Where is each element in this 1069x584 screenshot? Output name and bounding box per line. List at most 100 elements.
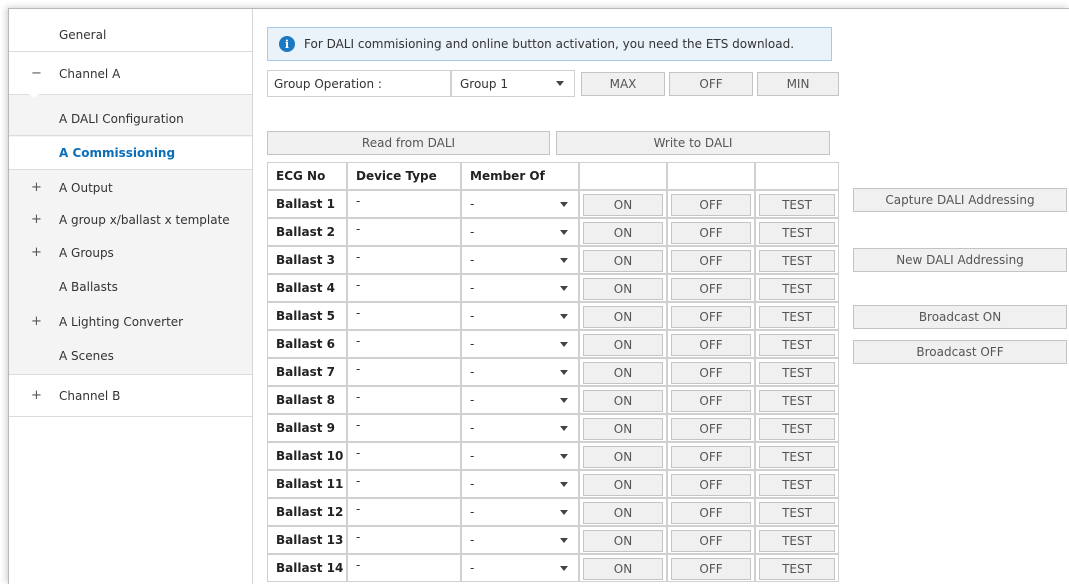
expand-icon[interactable]: + xyxy=(31,180,42,195)
row-off-button[interactable]: OFF xyxy=(671,390,751,412)
chevron-down-icon xyxy=(560,426,568,431)
member-of-value: - xyxy=(470,393,475,407)
row-off-button[interactable]: OFF xyxy=(671,194,751,216)
row-off-button[interactable]: OFF xyxy=(671,418,751,440)
row-on-button[interactable]: ON xyxy=(583,390,663,412)
member-of-select[interactable]: - xyxy=(461,470,579,498)
row-test-button[interactable]: TEST xyxy=(759,362,835,384)
member-of-value: - xyxy=(470,281,475,295)
row-test-button[interactable]: TEST xyxy=(759,306,835,328)
row-on-button[interactable]: ON xyxy=(583,558,663,580)
row-test-button[interactable]: TEST xyxy=(759,474,835,496)
sidebar-item-channel-b[interactable]: + Channel B xyxy=(9,375,252,417)
row-off-button[interactable]: OFF xyxy=(671,362,751,384)
row-off-button[interactable]: OFF xyxy=(671,474,751,496)
row-off-cell: OFF xyxy=(667,498,755,526)
off-button[interactable]: OFF xyxy=(669,72,753,96)
sidebar: General − Channel A A DALI Configuration… xyxy=(9,9,253,584)
sidebar-item-a-group-template[interactable]: + A group x/ballast x template xyxy=(9,203,252,236)
new-dali-addressing-button[interactable]: New DALI Addressing xyxy=(853,248,1067,272)
read-from-dali-button[interactable]: Read from DALI xyxy=(267,131,550,155)
write-to-dali-button[interactable]: Write to DALI xyxy=(556,131,830,155)
member-of-select[interactable]: - xyxy=(461,498,579,526)
min-button[interactable]: MIN xyxy=(757,72,839,96)
row-test-button[interactable]: TEST xyxy=(759,558,835,580)
member-of-select[interactable]: - xyxy=(461,358,579,386)
sidebar-item-a-ballasts[interactable]: A Ballasts xyxy=(9,270,252,303)
broadcast-off-button[interactable]: Broadcast OFF xyxy=(853,340,1067,364)
broadcast-on-button[interactable]: Broadcast ON xyxy=(853,305,1067,329)
row-test-button[interactable]: TEST xyxy=(759,418,835,440)
row-on-button[interactable]: ON xyxy=(583,418,663,440)
expand-icon[interactable]: + xyxy=(31,245,42,260)
main-window: General − Channel A A DALI Configuration… xyxy=(8,8,1069,584)
row-on-button[interactable]: ON xyxy=(583,334,663,356)
row-test-button[interactable]: TEST xyxy=(759,446,835,468)
row-off-button[interactable]: OFF xyxy=(671,306,751,328)
member-of-select[interactable]: - xyxy=(461,526,579,554)
member-of-select[interactable]: - xyxy=(461,190,579,218)
row-on-cell: ON xyxy=(579,302,667,330)
row-on-button[interactable]: ON xyxy=(583,306,663,328)
sidebar-item-channel-a[interactable]: − Channel A xyxy=(9,53,252,95)
row-off-button[interactable]: OFF xyxy=(671,250,751,272)
row-on-button[interactable]: ON xyxy=(583,362,663,384)
expand-icon[interactable]: + xyxy=(31,212,42,227)
member-of-select[interactable]: - xyxy=(461,554,579,582)
expand-icon[interactable]: + xyxy=(31,388,42,403)
expand-icon[interactable]: + xyxy=(31,314,42,329)
row-test-button[interactable]: TEST xyxy=(759,194,835,216)
chevron-down-icon xyxy=(560,286,568,291)
row-off-button[interactable]: OFF xyxy=(671,278,751,300)
sidebar-item-label: Channel A xyxy=(59,66,121,81)
row-off-button[interactable]: OFF xyxy=(671,530,751,552)
row-off-button[interactable]: OFF xyxy=(671,502,751,524)
row-off-button[interactable]: OFF xyxy=(671,446,751,468)
sidebar-item-a-scenes[interactable]: A Scenes xyxy=(9,338,252,375)
member-of-select[interactable]: - xyxy=(461,330,579,358)
row-test-cell: TEST xyxy=(755,190,839,218)
row-on-button[interactable]: ON xyxy=(583,194,663,216)
group-operation-row: Group Operation : Group 1 MAX OFF MIN xyxy=(267,70,839,97)
row-test-button[interactable]: TEST xyxy=(759,278,835,300)
row-test-button[interactable]: TEST xyxy=(759,222,835,244)
row-test-button[interactable]: TEST xyxy=(759,334,835,356)
sidebar-item-general[interactable]: General xyxy=(9,19,252,52)
member-of-select[interactable]: - xyxy=(461,414,579,442)
row-test-button[interactable]: TEST xyxy=(759,250,835,272)
row-test-button[interactable]: TEST xyxy=(759,502,835,524)
collapse-icon[interactable]: − xyxy=(31,66,42,81)
sidebar-item-a-output[interactable]: + A Output xyxy=(9,171,252,204)
row-on-button[interactable]: ON xyxy=(583,222,663,244)
row-test-button[interactable]: TEST xyxy=(759,390,835,412)
sidebar-item-a-lighting-converter[interactable]: + A Lighting Converter xyxy=(9,305,252,338)
ecg-name-cell: Ballast 4 xyxy=(267,274,347,302)
sidebar-item-a-commissioning[interactable]: A Commissioning xyxy=(9,137,252,170)
member-of-select[interactable]: - xyxy=(461,302,579,330)
row-on-cell: ON xyxy=(579,246,667,274)
row-off-button[interactable]: OFF xyxy=(671,334,751,356)
row-on-button[interactable]: ON xyxy=(583,502,663,524)
member-of-select[interactable]: - xyxy=(461,246,579,274)
sidebar-item-a-dali-configuration[interactable]: A DALI Configuration xyxy=(9,103,252,136)
group-select[interactable]: Group 1 xyxy=(451,70,575,97)
row-on-button[interactable]: ON xyxy=(583,446,663,468)
row-on-button[interactable]: ON xyxy=(583,530,663,552)
row-on-button[interactable]: ON xyxy=(583,474,663,496)
member-of-select[interactable]: - xyxy=(461,274,579,302)
member-of-select[interactable]: - xyxy=(461,442,579,470)
row-on-button[interactable]: ON xyxy=(583,278,663,300)
max-button[interactable]: MAX xyxy=(581,72,665,96)
row-on-button[interactable]: ON xyxy=(583,250,663,272)
member-of-select[interactable]: - xyxy=(461,386,579,414)
row-off-button[interactable]: OFF xyxy=(671,558,751,580)
sidebar-item-a-groups[interactable]: + A Groups xyxy=(9,236,252,269)
sidebar-item-label: A Output xyxy=(59,180,113,195)
member-of-value: - xyxy=(470,505,475,519)
header-ecg-no: ECG No xyxy=(267,162,347,190)
member-of-select[interactable]: - xyxy=(461,218,579,246)
capture-dali-addressing-button[interactable]: Capture DALI Addressing xyxy=(853,188,1067,212)
device-type-cell: - xyxy=(347,386,461,414)
row-test-button[interactable]: TEST xyxy=(759,530,835,552)
row-off-button[interactable]: OFF xyxy=(671,222,751,244)
